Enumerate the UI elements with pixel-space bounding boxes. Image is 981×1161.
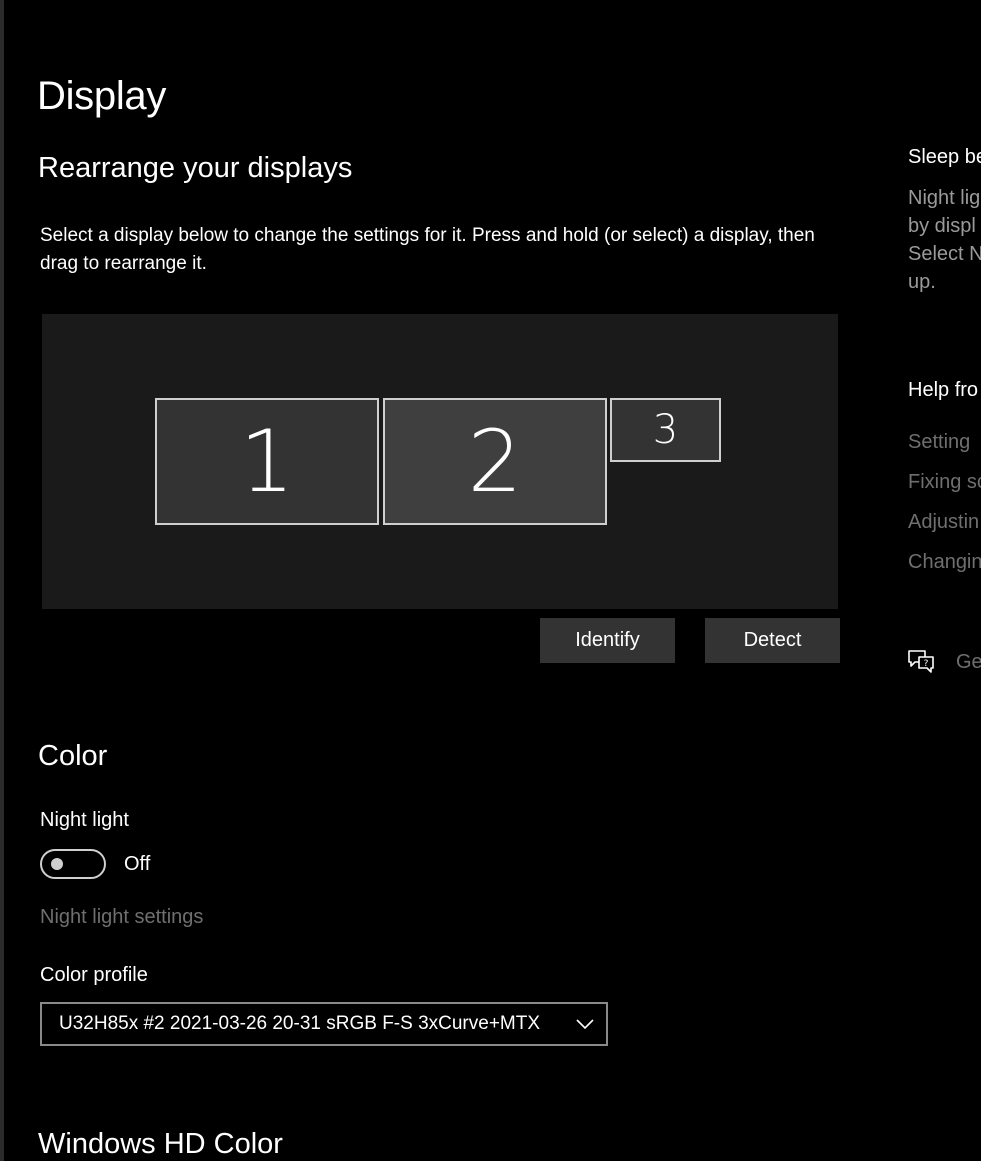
rearrange-heading: Rearrange your displays (38, 152, 353, 184)
display-tile-3[interactable]: 3 (610, 398, 721, 462)
svg-text:?: ? (924, 659, 929, 669)
get-help-link[interactable]: Ge (956, 651, 981, 674)
rearrange-description: Select a display below to change the set… (40, 225, 815, 274)
window-left-edge (0, 0, 4, 1161)
display-arrangement-canvas[interactable]: 1 2 3 (42, 314, 838, 609)
night-info-line-1: Night lig (908, 187, 981, 209)
night-light-settings-link[interactable]: Night light settings (40, 906, 203, 929)
get-help-icon[interactable]: ? (906, 648, 936, 676)
help-link-1[interactable]: Setting (908, 431, 970, 454)
page-title: Display (37, 74, 167, 118)
chevron-down-icon (576, 1019, 594, 1030)
night-info-line-4: up. (908, 271, 936, 293)
night-info-line-3: Select N (908, 243, 981, 265)
color-profile-value: U32H85x #2 2021-03-26 20-31 sRGB F-S 3xC… (59, 1013, 541, 1034)
night-light-info: Night lig by displ Select N up. (908, 184, 981, 296)
help-heading: Help fro (908, 379, 979, 401)
color-profile-dropdown[interactable]: U32H85x #2 2021-03-26 20-31 sRGB F-S 3xC… (40, 1002, 608, 1046)
help-link-4[interactable]: Changin (908, 551, 981, 574)
night-light-state: Off (124, 853, 151, 875)
night-light-label: Night light (40, 809, 129, 831)
display-tile-2[interactable]: 2 (383, 398, 607, 525)
hd-color-heading: Windows HD Color (38, 1128, 283, 1160)
night-light-toggle[interactable] (40, 849, 106, 879)
night-info-line-2: by displ (908, 215, 976, 237)
display-tile-1[interactable]: 1 (155, 398, 379, 525)
identify-button[interactable]: Identify (540, 618, 675, 663)
color-profile-label: Color profile (40, 964, 148, 986)
toggle-knob (51, 858, 63, 870)
help-link-2[interactable]: Fixing sc (908, 471, 981, 494)
help-link-3[interactable]: Adjustin (908, 511, 979, 534)
sleep-heading: Sleep be (908, 146, 981, 168)
detect-button[interactable]: Detect (705, 618, 840, 663)
color-heading: Color (38, 740, 108, 772)
